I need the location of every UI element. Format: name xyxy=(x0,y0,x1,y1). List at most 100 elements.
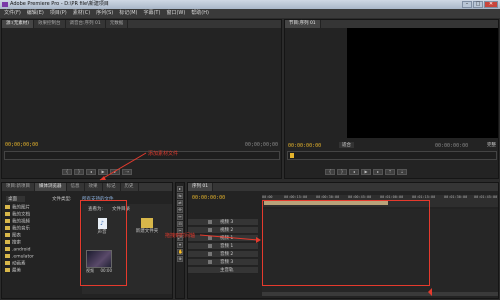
pen-tool-icon[interactable]: ⌖ xyxy=(177,242,183,248)
program-step-back-button[interactable]: ◂ xyxy=(349,169,359,175)
tab-effects[interactable]: 效果 xyxy=(85,183,103,191)
source-timecode-out: 00;00;00;00 xyxy=(244,142,278,148)
track-video-1[interactable]: 视频 1 xyxy=(188,235,258,242)
menu-sequence[interactable]: 序列(S) xyxy=(96,9,113,18)
menu-window[interactable]: 窗口(W) xyxy=(166,9,185,18)
step-back-button[interactable]: ◂ xyxy=(86,169,96,175)
step-forward-button[interactable]: ▸ xyxy=(110,169,120,175)
speaker-icon[interactable] xyxy=(208,260,212,264)
speaker-icon[interactable] xyxy=(208,252,212,256)
ruler-label: 00:01:00:00 xyxy=(380,195,404,199)
track-video-2[interactable]: 视频 2 xyxy=(188,227,258,234)
track-video-3[interactable]: 视频 3 xyxy=(188,219,258,226)
tree-item[interactable]: 我的图片 xyxy=(5,205,80,212)
tab-sequence[interactable]: 序列 01 xyxy=(188,183,214,191)
ruler-label: 00:00:30:00 xyxy=(316,195,340,199)
tab-info[interactable]: 信息 xyxy=(67,183,85,191)
track-audio-3[interactable]: 音频 3 xyxy=(188,259,258,266)
tree-item[interactable]: .android xyxy=(5,247,80,254)
project-tabs: 项目:新项目 媒体浏览器 信息 效果 标记 历史 xyxy=(2,183,172,191)
mark-in-button[interactable]: { xyxy=(62,169,72,175)
extract-button[interactable]: ⇣ xyxy=(397,169,407,175)
play-button[interactable]: ▶ xyxy=(98,169,108,175)
eye-icon[interactable] xyxy=(208,220,212,224)
tree-item[interactable]: 我的文档 xyxy=(5,212,80,219)
folder-icon xyxy=(5,240,10,244)
program-tabs: 节目:序列 01 xyxy=(285,20,498,28)
tree-item[interactable]: 我的视频 xyxy=(5,219,80,226)
ripple-edit-tool-icon[interactable]: ⇄ xyxy=(177,200,183,206)
tools-panel: ▸ ⇆ ⇄ ✣ ↔ ⊟ ✂ ⤢ ⌖ ✋ ⊕ xyxy=(175,182,185,299)
tree-item[interactable]: 我的音乐 xyxy=(5,226,80,233)
eye-icon[interactable] xyxy=(208,228,212,232)
program-play-button[interactable]: ▶ xyxy=(361,169,371,175)
folder-icon xyxy=(5,247,10,251)
program-video-frame xyxy=(347,28,498,138)
tree-item[interactable]: 动画素 xyxy=(5,261,80,268)
speaker-icon[interactable] xyxy=(208,244,212,248)
tab-project[interactable]: 项目:新项目 xyxy=(2,183,36,191)
tab-audio-mixer[interactable]: 调音台:序列 01 xyxy=(66,20,106,28)
menu-marker[interactable]: 标记(M) xyxy=(119,9,137,18)
drive-select[interactable]: 桌面 xyxy=(6,196,25,202)
lift-button[interactable]: ⇡ xyxy=(385,169,395,175)
track-audio-2[interactable]: 音频 2 xyxy=(188,251,258,258)
tab-history[interactable]: 历史 xyxy=(121,183,139,191)
folder-icon xyxy=(5,268,10,272)
folder-icon xyxy=(5,205,10,209)
track-audio-1[interactable]: 音频 1 xyxy=(188,243,258,250)
file-item-folder[interactable]: 新建文件夹 xyxy=(132,218,162,234)
minimize-button[interactable]: – xyxy=(462,1,472,8)
source-transport-controls: { } ◂ ▶ ▸ ⇢ xyxy=(62,169,132,175)
folder-icon xyxy=(5,261,10,265)
ruler-label: 00:00:15:00 xyxy=(284,195,308,199)
folder-icon xyxy=(5,233,10,237)
hand-tool-icon[interactable]: ✋ xyxy=(177,249,183,255)
razor-tool-icon[interactable]: ⊟ xyxy=(177,221,183,227)
folder-icon xyxy=(5,219,10,223)
tab-effect-controls[interactable]: 效果控制台 xyxy=(34,20,66,28)
source-tabs: 源:(无素材) 效果控制台 调音台:序列 01 元数据 xyxy=(2,20,281,28)
track-select-tool-icon[interactable]: ⇆ xyxy=(177,193,183,199)
tab-markers[interactable]: 标记 xyxy=(103,183,121,191)
insert-button[interactable]: ⇢ xyxy=(122,169,132,175)
mark-out-button[interactable]: } xyxy=(74,169,84,175)
tree-item[interactable]: 搜索 xyxy=(5,240,80,247)
program-mark-in-button[interactable]: { xyxy=(325,169,335,175)
zoom-tool-icon[interactable]: ⊕ xyxy=(177,256,183,262)
tree-item[interactable]: .emulator xyxy=(5,254,80,261)
program-timecode[interactable]: 00:00:00:00 xyxy=(288,143,321,149)
selection-tool-icon[interactable]: ▸ xyxy=(177,186,183,192)
timeline-scrollbar[interactable] xyxy=(262,292,498,296)
playhead-marker[interactable] xyxy=(290,153,294,158)
source-scrub-bar[interactable] xyxy=(4,151,280,160)
tab-metadata[interactable]: 元数据 xyxy=(106,20,129,28)
menu-title[interactable]: 字幕(T) xyxy=(143,9,160,18)
menu-edit[interactable]: 编辑(E) xyxy=(27,9,44,18)
menu-file[interactable]: 文件(F) xyxy=(4,9,21,18)
maximize-button[interactable]: □ xyxy=(473,1,483,8)
tree-item[interactable]: 最美 xyxy=(5,268,80,275)
zoom-select[interactable]: 适合 xyxy=(339,142,354,148)
tab-program[interactable]: 节目:序列 01 xyxy=(285,20,321,28)
tab-media-browser[interactable]: 媒体浏览器 xyxy=(35,183,67,191)
rolling-edit-tool-icon[interactable]: ✣ xyxy=(177,207,183,213)
tab-source[interactable]: 源:(无素材) xyxy=(2,20,35,28)
resolution-select[interactable]: 完整 xyxy=(487,142,496,148)
menu-project[interactable]: 项目(P) xyxy=(50,9,67,18)
track-master[interactable]: 主音轨 xyxy=(188,267,258,274)
program-scrub-bar[interactable] xyxy=(287,151,497,160)
program-transport-controls: { } ◂ ▶ ▸ ⇡ ⇣ xyxy=(325,169,407,175)
tree-item[interactable]: 图表 xyxy=(5,233,80,240)
eye-icon[interactable] xyxy=(208,236,212,240)
close-button[interactable]: ✕ xyxy=(484,1,498,8)
source-monitor-panel: 源:(无素材) 效果控制台 调音台:序列 01 元数据 00;00;00;00 … xyxy=(1,19,282,179)
timeline-timecode[interactable]: 00:00:00:00 xyxy=(192,195,225,201)
menu-help[interactable]: 帮助(H) xyxy=(191,9,209,18)
menu-clip[interactable]: 素材(C) xyxy=(73,9,90,18)
source-timecode-in[interactable]: 00;00;00;00 xyxy=(5,142,38,148)
rate-stretch-tool-icon[interactable]: ↔ xyxy=(177,214,183,220)
program-step-forward-button[interactable]: ▸ xyxy=(373,169,383,175)
program-mark-out-button[interactable]: } xyxy=(337,169,347,175)
annotation-add-media: 添加素材文件 xyxy=(148,151,179,157)
